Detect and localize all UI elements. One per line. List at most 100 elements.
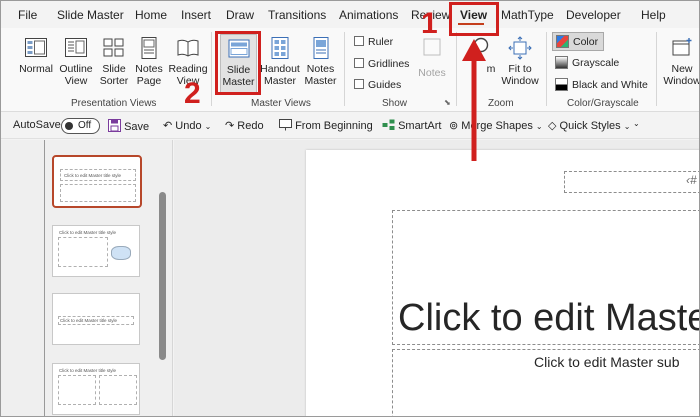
quick-styles-button[interactable]: ◇ Quick Styles ⌄ [548, 119, 630, 132]
undo-button[interactable]: ↶ Undo ⌄ [163, 119, 211, 132]
group-separator [456, 32, 457, 106]
save-button[interactable]: Save [108, 119, 149, 133]
tab-mathtype[interactable]: MathType [501, 8, 554, 22]
annotation-step-2: 2 [184, 77, 201, 110]
notes-label: Notes [418, 67, 446, 79]
thumb-left-placeholder [58, 375, 96, 405]
grayscale-label: Grayscale [572, 57, 620, 69]
thumb-body-placeholder [60, 184, 136, 202]
slide-sorter-icon [103, 38, 124, 57]
show-group-label: Show [382, 98, 408, 109]
chevron-down-icon: ⌄ [623, 122, 631, 131]
from-beginning-button[interactable]: From Beginning [279, 119, 373, 132]
normal-view-label: Normal [19, 63, 53, 75]
undo-icon: ↶ [163, 120, 173, 132]
handout-master-label-1: Handout [260, 63, 300, 75]
group-separator [546, 32, 547, 106]
new-window-label-2: Window [663, 75, 700, 87]
ruler-checkbox[interactable]: Ruler [354, 36, 393, 48]
show-dialog-launcher-icon[interactable]: ⬊ [444, 98, 451, 107]
chevron-down-icon: ⌄ [535, 122, 543, 131]
fit-to-window-label-1: Fit to [508, 63, 532, 75]
layout-thumbnail[interactable]: Click to edit Master title style [52, 363, 140, 415]
layout-connector-line [44, 140, 45, 416]
chevron-down-icon[interactable]: ⌄ [205, 122, 212, 131]
notes-page-button[interactable]: Notes Page [134, 36, 164, 87]
tab-help[interactable]: Help [641, 8, 666, 22]
customize-qat-icon[interactable]: ⌄ [633, 119, 640, 128]
color-swatch-icon [556, 35, 569, 48]
from-beginning-label: From Beginning [295, 120, 373, 132]
handout-master-icon [271, 37, 289, 59]
presentation-views-group-label: Presentation Views [71, 98, 157, 109]
normal-view-icon [25, 38, 47, 57]
thumb-right-placeholder [99, 375, 137, 405]
group-separator [344, 32, 345, 106]
fit-to-window-label-2: Window [501, 75, 539, 87]
notes-page-label-2: Page [136, 75, 162, 87]
new-window-label-1: New [671, 63, 693, 75]
slide-sorter-label-1: Slide [102, 63, 126, 75]
tab-file[interactable]: File [18, 8, 37, 22]
thumbnail-scrollbar[interactable] [159, 192, 166, 360]
annotation-box-view-tab [449, 2, 499, 36]
grayscale-swatch-icon [555, 56, 568, 69]
slide-workspace: ‹# Click to edit Maste Click to edit Mas… [174, 140, 699, 416]
guides-checkbox-box [354, 79, 364, 89]
tab-home[interactable]: Home [135, 8, 167, 22]
annotation-step-1: 1 [421, 7, 438, 40]
gridlines-checkbox[interactable]: Gridlines [354, 58, 409, 70]
black-and-white-swatch-icon [555, 78, 568, 91]
quick-styles-icon: ◇ [548, 120, 557, 132]
new-window-icon [672, 38, 692, 56]
zoom-group-label: Zoom [488, 98, 514, 109]
smartart-button[interactable]: SmartArt [382, 119, 441, 132]
color-button[interactable]: Color [552, 32, 604, 51]
ruler-checkbox-box [354, 36, 364, 46]
black-and-white-label: Black and White [572, 79, 648, 91]
powerpoint-window: File Slide Master Home Insert Draw Trans… [0, 0, 700, 417]
notes-page-label-1: Notes [135, 63, 163, 75]
redo-icon: ↷ [225, 120, 235, 132]
handout-master-button[interactable]: Handout Master [260, 36, 300, 87]
placeholder-glyph-icon: ‹# [686, 173, 697, 187]
autosave-toggle[interactable]: Off [61, 118, 100, 134]
notes-toggle-button[interactable]: Notes [415, 36, 449, 79]
notes-master-button[interactable]: Notes Master [302, 36, 339, 87]
guides-checkbox[interactable]: Guides [354, 79, 401, 91]
save-label: Save [124, 121, 150, 133]
outline-view-icon [65, 38, 87, 57]
quick-access-toolbar: AutoSave Off Save ↶ Undo ⌄ ↷ Redo From B… [1, 113, 699, 139]
tab-developer[interactable]: Developer [566, 8, 621, 22]
date-placeholder[interactable] [564, 171, 699, 193]
tab-slide-master[interactable]: Slide Master [57, 8, 124, 22]
redo-button[interactable]: ↷ Redo [225, 119, 264, 132]
presenter-icon [279, 119, 292, 131]
handout-master-label-2: Master [263, 75, 297, 87]
slide-title-text[interactable]: Click to edit Maste [398, 297, 699, 340]
thumb-title-text: Click to edit Master title style [59, 368, 117, 373]
layout-thumbnail[interactable]: Click to edit Master title style [52, 293, 140, 345]
fit-to-window-button[interactable]: Fit to Window [500, 36, 540, 87]
tab-insert[interactable]: Insert [181, 8, 211, 22]
thumb-title-text: Click to edit Master title style [64, 173, 122, 178]
group-separator [656, 32, 657, 106]
tab-transitions[interactable]: Transitions [268, 8, 326, 22]
grayscale-button[interactable]: Grayscale [555, 56, 619, 69]
slide-subtitle-text[interactable]: Click to edit Master sub [534, 354, 680, 370]
master-slide-thumbnail[interactable]: Click to edit Master title style [52, 155, 142, 208]
slide-sorter-button[interactable]: Slide Sorter [97, 36, 131, 87]
black-and-white-button[interactable]: Black and White [555, 78, 648, 91]
tab-draw[interactable]: Draw [226, 8, 254, 22]
thumb-title-text: Click to edit Master title style [60, 318, 118, 323]
slide-canvas[interactable]: ‹# Click to edit Maste Click to edit Mas… [306, 150, 699, 416]
merge-shapes-icon: ⊚ [449, 120, 459, 132]
normal-view-button[interactable]: Normal [17, 36, 55, 75]
new-window-button[interactable]: New Window [662, 36, 700, 87]
outline-view-button[interactable]: Outline View [57, 36, 95, 87]
tab-animations[interactable]: Animations [339, 8, 398, 22]
gridlines-checkbox-box [354, 58, 364, 68]
group-separator [211, 32, 212, 106]
layout-thumbnail[interactable]: Click to edit Master title style [52, 225, 140, 277]
fit-to-window-icon [508, 36, 532, 60]
